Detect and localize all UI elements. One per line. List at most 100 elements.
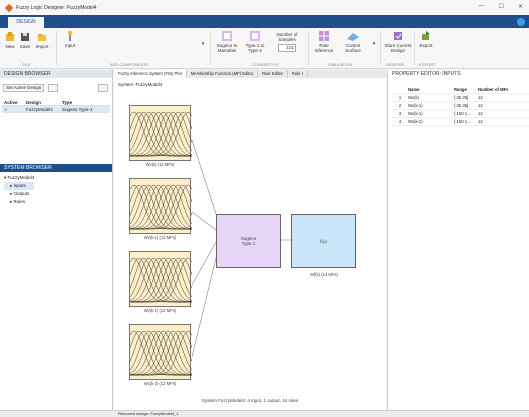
input-mf-box-3[interactable] xyxy=(129,251,193,307)
row-num-mfs: 12 xyxy=(478,103,483,108)
export-section-label: EXPORT xyxy=(419,62,436,67)
status-bar: Removed design: FuzzyModel4_1 xyxy=(0,410,529,417)
system-tree: ▾ FuzzyModel4 ▸ Inputs ▸ Outputs ▸ Rules xyxy=(4,174,35,206)
input-caption-4: Wx(k-2) (12 MFs) xyxy=(143,381,177,386)
convert-section-label: CONVERT FIS xyxy=(252,62,279,67)
row-name: Wx(k-1) xyxy=(408,111,423,116)
design-table: Active Design Type ✓ FuzzyModel4 Sugeno … xyxy=(2,99,110,113)
folder-icon xyxy=(38,34,46,41)
mf-curves xyxy=(129,330,193,376)
col-num-mfs: Number of MFs xyxy=(478,87,509,92)
col-type: Type xyxy=(62,100,73,105)
design-name: FuzzyModel4 xyxy=(26,107,53,112)
control-surface-button[interactable]: Control Surface xyxy=(340,31,366,53)
output-block[interactable]: f(u) xyxy=(291,214,356,268)
convert-icon xyxy=(222,31,232,41)
surface-icon xyxy=(347,33,359,41)
input-caption-1: Wx(k) (12 MFs) xyxy=(145,162,175,167)
row-range: [-150 1... xyxy=(454,119,471,124)
new-icon xyxy=(6,32,14,41)
tree-root[interactable]: ▾ FuzzyModel4 xyxy=(4,174,34,182)
help-icon[interactable] xyxy=(517,18,525,26)
input-mf-box-4[interactable] xyxy=(129,324,193,380)
designs-section-label: DESIGNS xyxy=(386,62,405,67)
design-table-row[interactable]: ✓ FuzzyModel4 Sugeno Type-1 xyxy=(2,106,110,113)
input-mf-box-1[interactable] xyxy=(129,105,193,161)
type1-to-type2-button[interactable]: Type-1 to Type-2 xyxy=(243,31,267,53)
table-row[interactable]: 4 Wx(k-2) [-150 1... 12 xyxy=(392,118,529,126)
tree-item-rules[interactable]: ▸ Rules xyxy=(4,198,34,206)
gallery-expand-icon[interactable]: ▾ xyxy=(200,42,206,47)
simulation-expand-icon[interactable]: ▾ xyxy=(371,42,377,47)
row-index: 4 xyxy=(398,119,402,124)
fis-block[interactable]: Sugeno Type 1 xyxy=(216,214,281,268)
sugeno-to-mamdani-label: Sugeno to Mamdani xyxy=(216,43,238,53)
system-browser-header: SYSTEM BROWSER xyxy=(0,164,112,172)
input-caption-3: Wx(k-1) (12 MFs) xyxy=(143,308,177,313)
new-label: New xyxy=(5,44,15,49)
inputs-table: Name Range Number of MFs 1 Wx(k) [-35 35… xyxy=(392,86,529,126)
table-row[interactable]: 1 Wx(k) [-35 35] 12 xyxy=(392,94,529,102)
system-summary: System FuzzyModel4: 4 input, 1 output, 1… xyxy=(201,398,299,403)
row-name: Wx(k-2) xyxy=(408,119,423,124)
input-mf-box-2[interactable] xyxy=(129,178,193,234)
col-name: Name xyxy=(408,87,420,92)
row-name: Wx(k) xyxy=(408,95,419,100)
col-range: Range xyxy=(454,87,467,92)
divider xyxy=(56,31,57,65)
table-row[interactable]: 2 Wx(k-1) [-35 35] 12 xyxy=(392,102,529,110)
mf-curves xyxy=(129,111,193,157)
tab-design[interactable]: DESIGN xyxy=(8,17,44,28)
status-message: Removed design: FuzzyModel4_1 xyxy=(118,411,179,416)
tree-item-inputs[interactable]: ▸ Inputs xyxy=(4,182,35,190)
tree-outputs-label: Outputs xyxy=(13,191,30,196)
divider xyxy=(308,31,309,65)
inputs-table-header: Name Range Number of MFs xyxy=(392,86,529,94)
tree-inputs-label: Inputs xyxy=(13,183,26,188)
delete-design-icon[interactable] xyxy=(98,84,108,92)
minimize-button[interactable]: — xyxy=(479,3,485,10)
maximize-button[interactable]: ☐ xyxy=(499,3,504,10)
store-current-design-button[interactable]: Store Current Design xyxy=(384,31,412,53)
rule-inference-label: Rule Inference xyxy=(314,43,334,53)
export-icon xyxy=(422,31,430,40)
design-browser-title: DESIGN BROWSER xyxy=(4,71,51,77)
row-num-mfs: 12 xyxy=(478,111,483,116)
rule-inference-button[interactable]: Rule Inference xyxy=(312,31,336,53)
tree-item-outputs[interactable]: ▸ Outputs xyxy=(4,190,34,198)
sugeno-to-mamdani-button[interactable]: Sugeno to Mamdani xyxy=(214,31,240,53)
input-caption-2: Wx(k-1) (12 MFs) xyxy=(143,235,177,240)
simulation-section-label: SIMULATION xyxy=(328,62,353,67)
export-button[interactable]: Export xyxy=(417,31,435,48)
output-caption: Wf(k) (14 MFs) xyxy=(310,272,338,277)
row-name: Wx(k-1) xyxy=(408,103,423,108)
add-components-section-label: ADD COMPONENTS xyxy=(110,62,149,67)
export-label: Export xyxy=(419,43,433,48)
property-editor-title: PROPERTY EDITOR: INPUTS xyxy=(392,71,461,77)
save-icon xyxy=(21,33,29,41)
save-button[interactable]: Save xyxy=(19,32,31,49)
fis-plot-area: Fuzzy Inference System (FIS) Plot Member… xyxy=(114,70,386,410)
system-browser-title: SYSTEM BROWSER xyxy=(4,165,52,171)
add-input-button[interactable]: Input xyxy=(62,31,78,48)
property-editor: PROPERTY EDITOR: INPUTS Name Range Numbe… xyxy=(387,70,529,410)
left-panel: DESIGN BROWSER Set Active Design Active … xyxy=(0,70,113,410)
file-section-label: FILE xyxy=(22,62,31,67)
save-label: Save xyxy=(19,44,31,49)
new-button[interactable]: New xyxy=(4,32,16,49)
edit-design-icon[interactable] xyxy=(48,84,58,92)
close-button[interactable]: ✕ xyxy=(518,3,523,10)
row-index: 2 xyxy=(398,103,402,108)
title-bar: Fuzzy Logic Designer: FuzzyModel4 xyxy=(0,0,529,15)
window-controls: — ☐ ✕ xyxy=(479,3,523,10)
rule-inference-icon xyxy=(319,31,329,41)
num-samples-input[interactable]: 101 xyxy=(278,44,296,52)
table-row[interactable]: 3 Wx(k-1) [-150 1... 12 xyxy=(392,110,529,118)
store-design-icon xyxy=(394,32,402,40)
col-active: Active xyxy=(4,100,18,105)
row-index: 1 xyxy=(398,95,402,100)
row-range: [-35 35] xyxy=(454,103,469,108)
set-active-design-button[interactable]: Set Active Design xyxy=(3,84,45,92)
import-button[interactable]: Import xyxy=(34,32,50,49)
col-index xyxy=(392,86,406,93)
